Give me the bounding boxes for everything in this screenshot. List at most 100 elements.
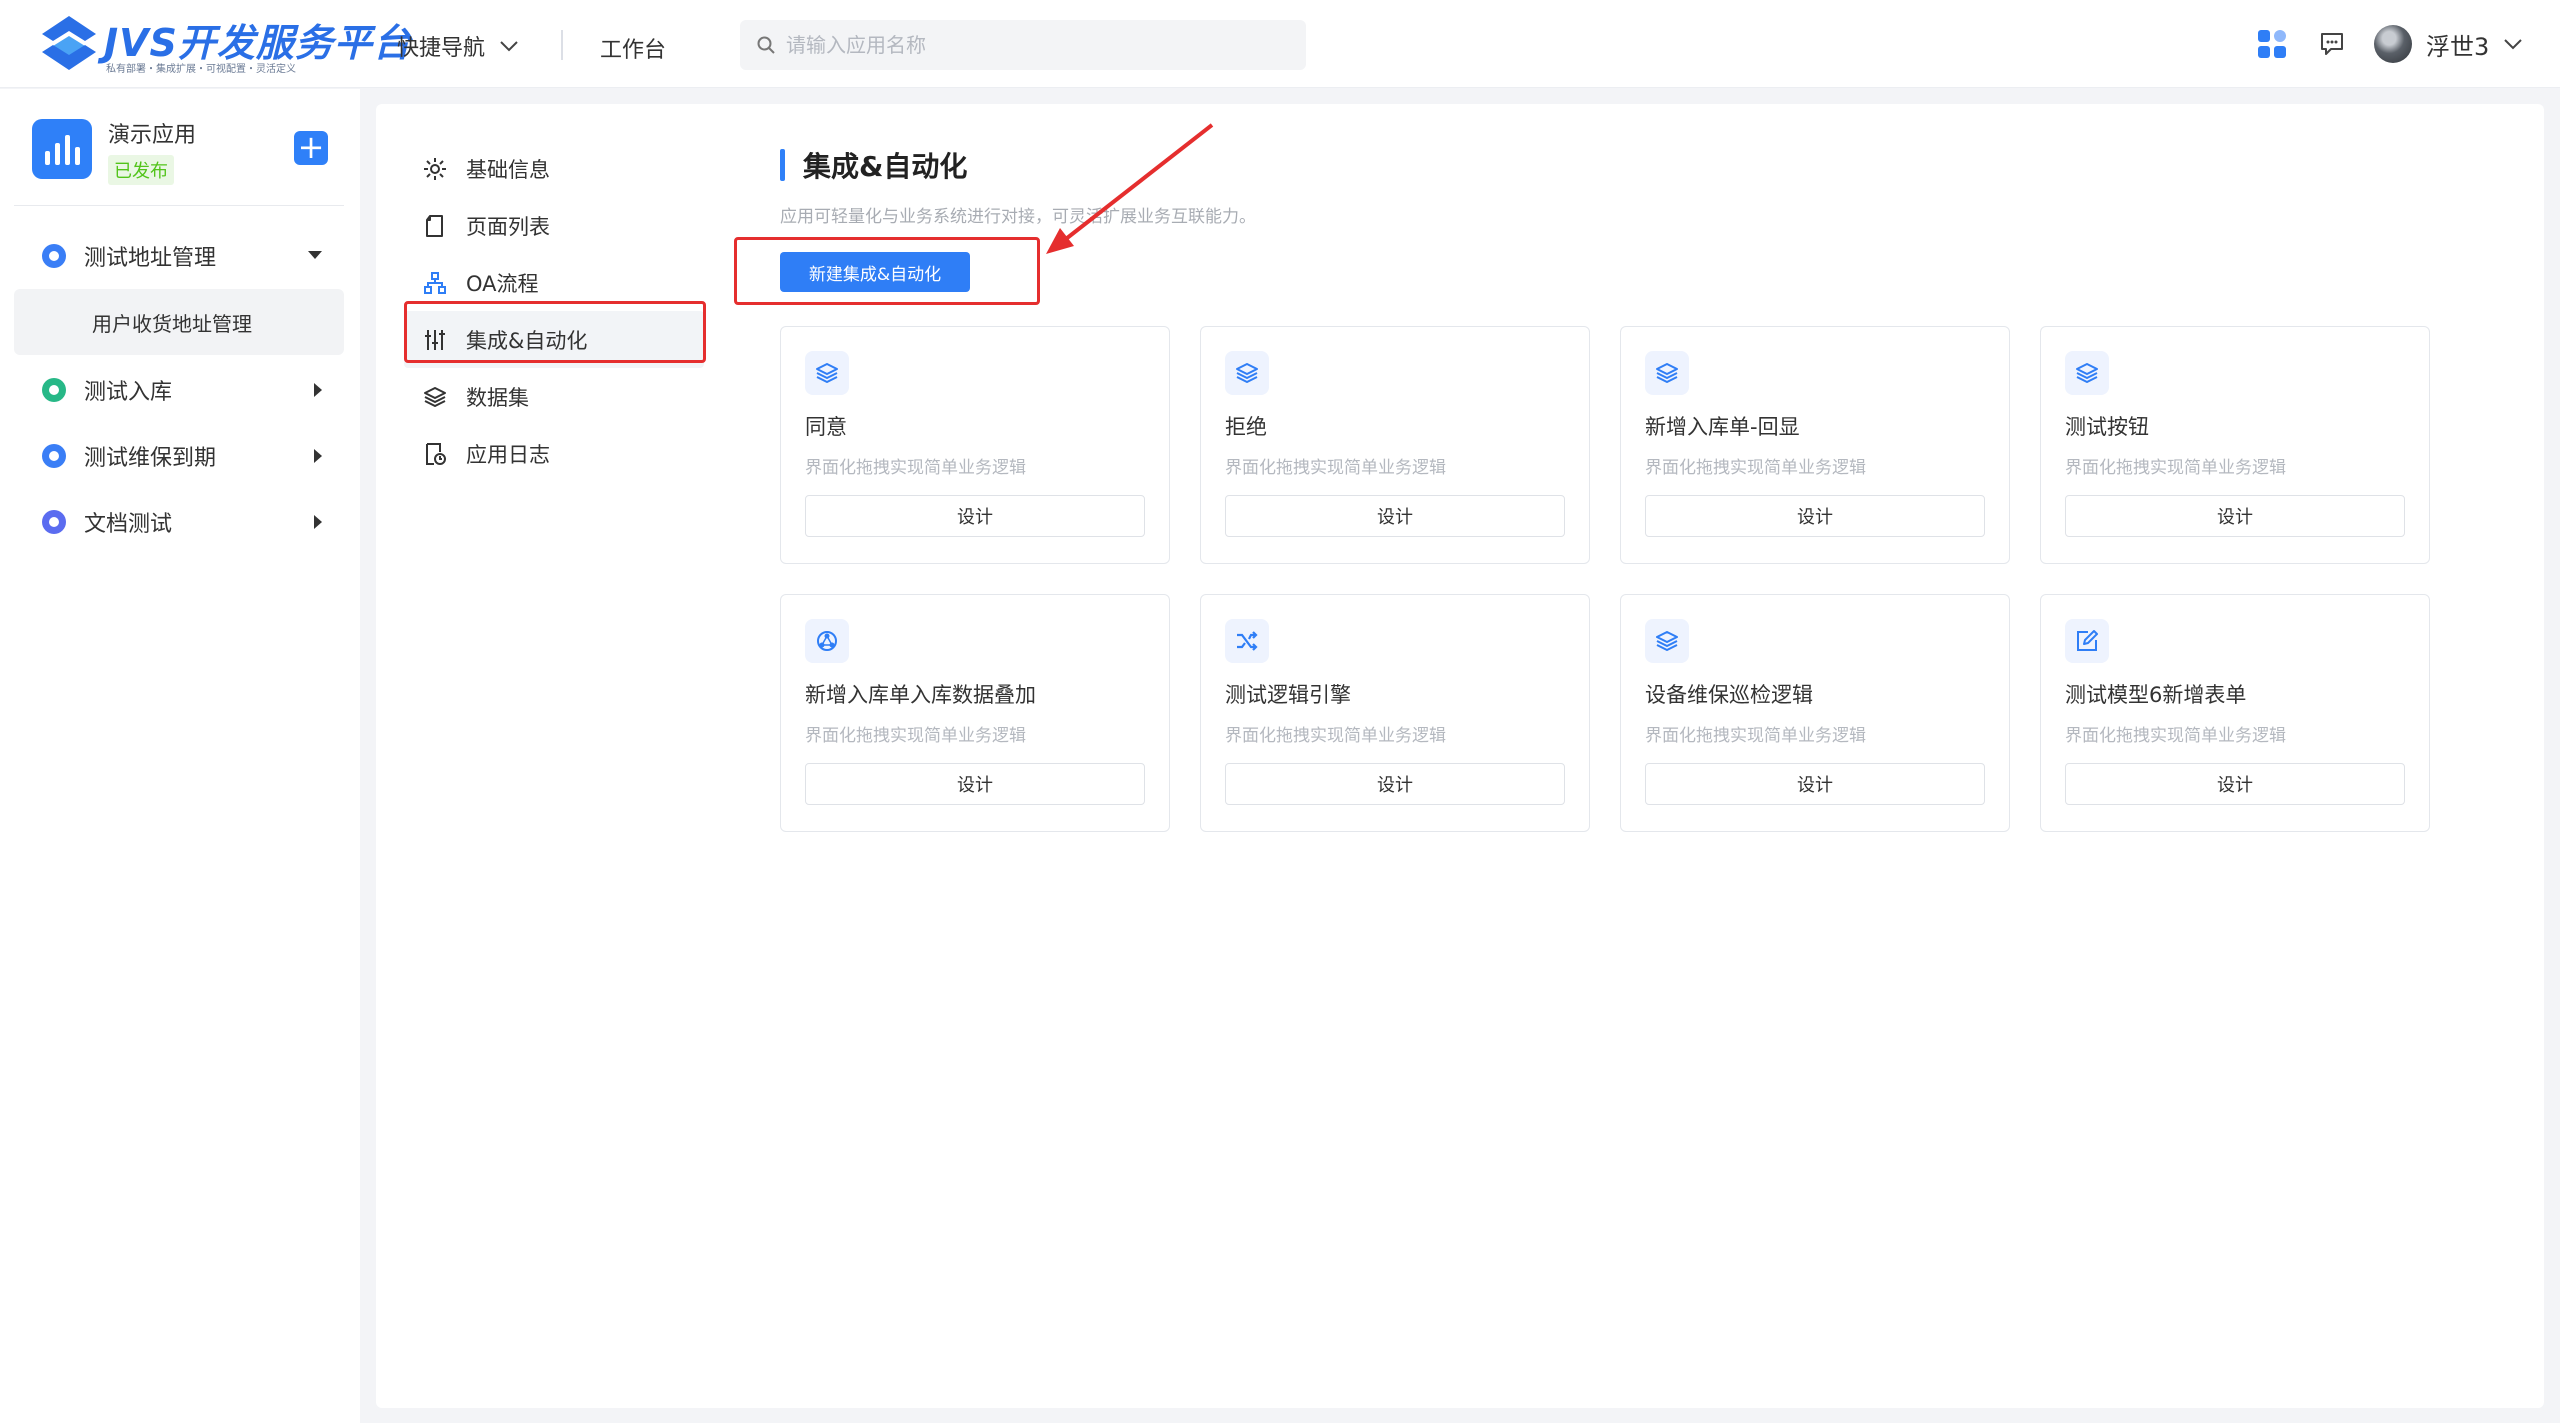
caret-right-icon	[314, 515, 322, 529]
workbench-link[interactable]: 工作台	[600, 32, 666, 64]
card-description: 界面化拖拽实现简单业务逻辑	[2065, 458, 2286, 478]
edit-icon	[2077, 630, 2098, 651]
layers-icon	[2076, 363, 2098, 383]
sidebar-item-maintenance[interactable]: 测试维保到期	[14, 423, 344, 489]
layers-icon	[1656, 363, 1678, 383]
sidebar-item-address[interactable]: 测试地址管理	[14, 223, 344, 289]
menu-dot-icon	[42, 378, 66, 402]
layers-icon	[816, 363, 838, 383]
logo-subtitle: 私有部署・集成扩展・可视配置・灵活定义	[106, 64, 296, 75]
nav-dataset[interactable]: 数据集	[404, 368, 704, 425]
app-name: 演示应用	[108, 123, 197, 148]
layers-icon	[1236, 363, 1258, 383]
design-button[interactable]: 设计	[1225, 495, 1565, 537]
left-sidebar: 演示应用 已发布 + 测试地址管理 用户收货地址管理 测试入库 测试维保到期 文…	[0, 89, 360, 1423]
avatar	[2374, 25, 2412, 63]
shuffle-icon	[1237, 631, 1258, 651]
automation-card: 设备维保巡检逻辑 界面化拖拽实现简单业务逻辑 设计	[1620, 594, 2010, 832]
apps-grid-icon[interactable]	[2256, 28, 2288, 60]
design-button[interactable]: 设计	[1645, 763, 1985, 805]
card-icon-box	[1225, 619, 1269, 663]
log-icon	[426, 442, 446, 465]
automation-card: 测试逻辑引擎 界面化拖拽实现简单业务逻辑 设计	[1200, 594, 1590, 832]
card-description: 界面化拖拽实现简单业务逻辑	[1645, 458, 1866, 478]
automation-card: 测试模型6新增表单 界面化拖拽实现简单业务逻辑 设计	[2040, 594, 2430, 832]
card-icon-box	[2065, 619, 2109, 663]
section-description: 应用可轻量化与业务系统进行对接，可灵活扩展业务互联能力。	[780, 207, 1256, 227]
nav-app-log[interactable]: 应用日志	[404, 425, 704, 482]
card-description: 界面化拖拽实现简单业务逻辑	[2065, 726, 2286, 746]
card-title: 同意	[805, 415, 847, 439]
nav-basic-info[interactable]: 基础信息	[404, 140, 704, 197]
card-icon-box	[1225, 351, 1269, 395]
automation-card: 新增入库单入库数据叠加 界面化拖拽实现简单业务逻辑 设计	[780, 594, 1170, 832]
card-icon-box	[805, 619, 849, 663]
quick-nav-label: 快捷导航	[397, 36, 486, 61]
card-title: 设备维保巡检逻辑	[1645, 683, 1813, 707]
sidebar-item-label: 测试维保到期	[84, 446, 217, 471]
nav-label: 数据集	[466, 385, 529, 410]
automation-card: 同意 界面化拖拽实现简单业务逻辑 设计	[780, 326, 1170, 564]
section-title-text: 集成&自动化	[803, 150, 968, 183]
menu-dot-icon	[42, 510, 66, 534]
menu-dot-icon	[42, 244, 66, 268]
design-button[interactable]: 设计	[805, 495, 1145, 537]
card-icon-box	[2065, 351, 2109, 395]
user-name: 浮世3	[2426, 32, 2490, 61]
automation-card: 拒绝 界面化拖拽实现简单业务逻辑 设计	[1200, 326, 1590, 564]
search-input[interactable]	[786, 33, 1286, 57]
automation-card: 新增入库单-回显 界面化拖拽实现简单业务逻辑 设计	[1620, 326, 2010, 564]
network-icon	[817, 631, 837, 651]
title-accent-bar	[780, 149, 785, 181]
design-button[interactable]: 设计	[2065, 495, 2405, 537]
chevron-down-icon	[2504, 39, 2522, 50]
automation-card-grid: 同意 界面化拖拽实现简单业务逻辑 设计 拒绝 界面化拖拽实现简单业务逻辑 设计 …	[780, 326, 2432, 832]
caret-right-icon	[314, 383, 322, 397]
quick-nav-dropdown[interactable]: 快捷导航	[397, 30, 519, 62]
logo[interactable]: JVS开发服务平台 私有部署・集成扩展・可视配置・灵活定义	[38, 10, 411, 76]
design-button[interactable]: 设计	[2065, 763, 2405, 805]
card-title: 测试逻辑引擎	[1225, 683, 1351, 707]
layers-icon	[1656, 631, 1678, 651]
card-title: 测试模型6新增表单	[2065, 683, 2247, 707]
card-icon-box	[805, 351, 849, 395]
top-header: JVS开发服务平台 私有部署・集成扩展・可视配置・灵活定义 快捷导航 工作台 浮…	[0, 0, 2560, 88]
nav-divider	[561, 30, 563, 60]
card-description: 界面化拖拽实现简单业务逻辑	[1645, 726, 1866, 746]
nav-label: 集成&自动化	[466, 328, 588, 353]
sidebar-menu: 测试地址管理 用户收货地址管理 测试入库 测试维保到期 文档测试	[14, 223, 344, 555]
sliders-icon	[425, 329, 445, 350]
design-button[interactable]: 设计	[1225, 763, 1565, 805]
new-integration-button[interactable]: 新建集成&自动化	[780, 252, 970, 292]
flow-icon	[424, 271, 446, 294]
design-button[interactable]: 设计	[1645, 495, 1985, 537]
settings-nav: 基础信息 页面列表 OA流程 集成&自动化 数据集 应用日志	[404, 140, 704, 482]
nav-page-list[interactable]: 页面列表	[404, 197, 704, 254]
app-chart-icon	[32, 119, 92, 179]
sidebar-item-stock-in[interactable]: 测试入库	[14, 357, 344, 423]
sidebar-item-doc-test[interactable]: 文档测试	[14, 489, 344, 555]
app-search-box[interactable]	[740, 20, 1306, 70]
user-menu[interactable]: 浮世3	[2374, 24, 2523, 64]
sidebar-subitem-user-address[interactable]: 用户收货地址管理	[14, 289, 344, 355]
logo-title: JVS开发服务平台	[104, 21, 412, 65]
add-button[interactable]: +	[294, 131, 328, 165]
menu-dot-icon	[42, 444, 66, 468]
section-title: 集成&自动化	[780, 148, 968, 183]
message-icon[interactable]	[2318, 30, 2346, 58]
card-title: 新增入库单入库数据叠加	[805, 683, 1036, 707]
nav-oa-flow[interactable]: OA流程	[404, 254, 704, 311]
card-title: 测试按钮	[2065, 415, 2149, 439]
app-info: 演示应用 已发布 +	[32, 115, 336, 185]
card-description: 界面化拖拽实现简单业务逻辑	[805, 726, 1026, 746]
card-description: 界面化拖拽实现简单业务逻辑	[1225, 458, 1446, 478]
nav-integration-automation[interactable]: 集成&自动化	[404, 311, 704, 368]
caret-down-icon	[308, 251, 322, 259]
card-title: 拒绝	[1225, 415, 1267, 439]
layers-icon	[424, 386, 446, 407]
nav-label: OA流程	[466, 271, 539, 296]
design-button[interactable]: 设计	[805, 763, 1145, 805]
chevron-down-icon	[500, 41, 518, 52]
sidebar-divider	[14, 205, 344, 206]
sidebar-item-label: 测试入库	[84, 380, 173, 405]
